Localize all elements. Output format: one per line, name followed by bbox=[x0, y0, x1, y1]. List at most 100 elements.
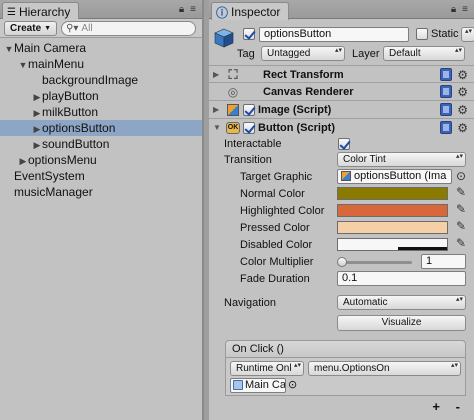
object-name-field[interactable]: optionsButton bbox=[259, 27, 409, 42]
gear-icon[interactable]: ⚙ bbox=[457, 122, 468, 134]
expand-arrow-icon[interactable]: ▶ bbox=[213, 105, 223, 114]
gear-icon[interactable]: ⚙ bbox=[457, 86, 468, 98]
hierarchy-item-label: backgroundImage bbox=[42, 73, 139, 87]
eyedropper-icon[interactable]: ✎ bbox=[456, 202, 466, 216]
runtime-dropdown[interactable]: Runtime Onl bbox=[230, 361, 304, 376]
hierarchy-item[interactable]: EventSystem bbox=[0, 168, 202, 184]
hierarchy-item[interactable]: ▶ soundButton bbox=[0, 136, 202, 152]
image-enabled-checkbox[interactable] bbox=[243, 103, 255, 116]
collapsed-arrow-icon[interactable]: ▶ bbox=[18, 153, 28, 169]
transition-label: Transition bbox=[224, 154, 272, 166]
object-picker-icon[interactable]: ⊙ bbox=[288, 378, 297, 391]
panel-menu-icon[interactable]: ≡ bbox=[190, 4, 196, 15]
layer-dropdown[interactable]: Default bbox=[383, 46, 465, 61]
info-icon: ⓘ bbox=[216, 5, 229, 20]
hierarchy-item-label: optionsMenu bbox=[28, 153, 97, 167]
dropdown-arrow-icon: ▼ bbox=[44, 24, 52, 32]
slider-thumb[interactable] bbox=[337, 257, 347, 267]
hierarchy-item[interactable]: ▼mainMenu bbox=[0, 56, 202, 72]
image-script-header[interactable]: ▶ Image (Script) ⚙ bbox=[209, 100, 474, 118]
hierarchy-item-label: musicManager bbox=[14, 185, 93, 199]
help-book-icon[interactable] bbox=[440, 121, 453, 134]
tag-dropdown[interactable]: Untagged bbox=[261, 46, 345, 61]
fade-duration-field[interactable]: 0.1 bbox=[337, 271, 466, 286]
object-picker-icon[interactable]: ⊙ bbox=[456, 169, 466, 183]
panel-menu-icon[interactable]: ≡ bbox=[462, 4, 468, 15]
eyedropper-icon[interactable]: ✎ bbox=[456, 236, 466, 250]
gameobject-cube-icon bbox=[214, 28, 234, 48]
collapsed-arrow-icon[interactable]: ▶ bbox=[32, 89, 42, 105]
search-input[interactable]: ⚲▾ All bbox=[61, 20, 196, 36]
component-title: Button (Script) bbox=[258, 121, 335, 134]
hierarchy-item-label: Main Camera bbox=[14, 41, 87, 55]
collapsed-arrow-icon[interactable]: ▶ bbox=[32, 137, 42, 153]
remove-event-button[interactable]: - bbox=[456, 399, 460, 414]
button-component-icon: OK bbox=[226, 121, 240, 135]
inspector-panel: ⓘ Inspector 🔒︎ ≡ optionsButton Static Ta… bbox=[209, 0, 474, 420]
hierarchy-item[interactable]: ▶ milkButton bbox=[0, 104, 202, 120]
add-event-button[interactable]: + bbox=[432, 399, 440, 414]
hierarchy-item[interactable]: musicManager bbox=[0, 184, 202, 200]
color-multiplier-slider[interactable] bbox=[337, 257, 412, 267]
event-object-field[interactable]: Main Ca bbox=[230, 378, 286, 393]
static-checkbox[interactable] bbox=[416, 28, 428, 40]
hierarchy-item[interactable]: ▶ optionsButton bbox=[0, 120, 202, 136]
create-button[interactable]: Create ▼ bbox=[4, 20, 58, 36]
eyedropper-icon[interactable]: ✎ bbox=[456, 219, 466, 233]
search-placeholder: All bbox=[81, 22, 93, 34]
static-dropdown[interactable] bbox=[461, 27, 474, 42]
canvas-renderer-header[interactable]: ◎ Canvas Renderer ⚙ bbox=[209, 82, 474, 100]
expanded-arrow-icon[interactable]: ▼ bbox=[18, 57, 28, 73]
visualize-button[interactable]: Visualize bbox=[337, 315, 466, 331]
help-book-icon[interactable] bbox=[440, 68, 453, 81]
normal-color-swatch[interactable] bbox=[337, 187, 448, 200]
interactable-label: Interactable bbox=[224, 138, 282, 150]
tab-label: Inspector bbox=[231, 5, 281, 19]
gear-icon[interactable]: ⚙ bbox=[457, 104, 468, 116]
hierarchy-item-label: milkButton bbox=[42, 105, 99, 119]
tab-inspector[interactable]: ⓘ Inspector bbox=[211, 2, 290, 20]
inspector-tabbar: ⓘ Inspector 🔒︎ ≡ bbox=[209, 0, 474, 20]
expanded-arrow-icon[interactable]: ▼ bbox=[4, 41, 14, 57]
target-graphic-label: Target Graphic bbox=[240, 171, 313, 183]
interactable-checkbox[interactable] bbox=[338, 138, 350, 150]
help-book-icon[interactable] bbox=[440, 103, 453, 116]
event-object-value: Main Ca bbox=[245, 379, 286, 391]
search-icon: ⚲▾ bbox=[66, 22, 79, 34]
color-multiplier-field[interactable]: 1 bbox=[421, 254, 466, 269]
layer-label: Layer bbox=[352, 48, 380, 60]
button-script-header[interactable]: ▼ OK Button (Script) ⚙ bbox=[209, 118, 474, 136]
highlighted-color-swatch[interactable] bbox=[337, 204, 448, 217]
transition-dropdown[interactable]: Color Tint bbox=[337, 152, 466, 167]
lock-icon[interactable]: 🔒︎ bbox=[179, 4, 184, 15]
hierarchy-item[interactable]: ▶ playButton bbox=[0, 88, 202, 104]
collapsed-arrow-icon[interactable]: ▶ bbox=[32, 121, 42, 137]
hierarchy-item-label: soundButton bbox=[42, 137, 110, 151]
lock-icon[interactable]: 🔒︎ bbox=[451, 4, 456, 15]
disabled-color-swatch[interactable] bbox=[337, 238, 448, 251]
rect-transform-header[interactable]: ▶ ⛶ Rect Transform ⚙ bbox=[209, 65, 474, 83]
gear-icon[interactable]: ⚙ bbox=[457, 69, 468, 81]
collapse-arrow-icon[interactable]: ▼ bbox=[213, 123, 223, 132]
list-icon: ☰ bbox=[7, 6, 16, 18]
onclick-header: On Click () bbox=[225, 340, 466, 358]
hierarchy-item[interactable]: ▼Main Camera bbox=[0, 40, 202, 56]
active-checkbox[interactable] bbox=[243, 28, 255, 40]
eyedropper-icon[interactable]: ✎ bbox=[456, 185, 466, 199]
hierarchy-item[interactable]: backgroundImage bbox=[0, 72, 202, 88]
hierarchy-item-label: mainMenu bbox=[28, 57, 85, 71]
target-graphic-field[interactable]: optionsButton (Ima bbox=[337, 169, 452, 184]
pressed-color-swatch[interactable] bbox=[337, 221, 448, 234]
function-dropdown[interactable]: menu.OptionsOn bbox=[308, 361, 461, 376]
collapsed-arrow-icon[interactable]: ▶ bbox=[32, 105, 42, 121]
expand-arrow-icon[interactable]: ▶ bbox=[213, 70, 223, 79]
image-component-icon bbox=[226, 103, 240, 117]
hierarchy-item[interactable]: ▶ optionsMenu bbox=[0, 152, 202, 168]
pressed-color-label: Pressed Color bbox=[240, 222, 310, 234]
navigation-dropdown[interactable]: Automatic bbox=[337, 295, 466, 310]
color-multiplier-label: Color Multiplier bbox=[240, 256, 314, 268]
tab-hierarchy[interactable]: ☰ Hierarchy bbox=[2, 2, 80, 20]
canvas-renderer-icon: ◎ bbox=[227, 84, 239, 99]
button-enabled-checkbox[interactable] bbox=[243, 121, 255, 134]
help-book-icon[interactable] bbox=[440, 85, 453, 98]
